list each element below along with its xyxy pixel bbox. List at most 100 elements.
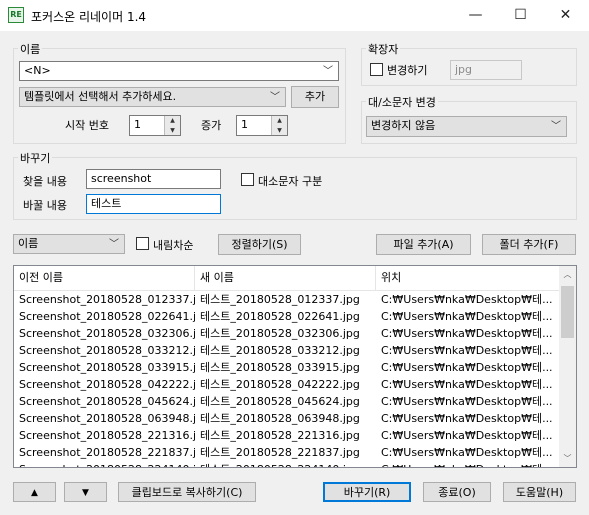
location-cell: C:₩Users₩nka₩Desktop₩테... bbox=[381, 344, 553, 357]
add-file-button[interactable]: 파일 추가(A) bbox=[376, 234, 471, 255]
chevron-down-icon: ﹀ bbox=[109, 239, 119, 250]
add-template-button[interactable]: 추가 bbox=[291, 86, 339, 108]
location-cell: C:₩Users₩nka₩Desktop₩테... bbox=[381, 327, 553, 340]
new-name-cell: 테스트_20180528_224140.jpg bbox=[195, 461, 376, 467]
table-row[interactable]: Screenshot_20180528_012337.jpg 테스트_201805… bbox=[14, 291, 559, 308]
extension-change-checkbox[interactable] bbox=[370, 63, 383, 76]
increment-label: 증가 bbox=[201, 119, 222, 132]
case-sensitive-label: 대소문자 구분 bbox=[258, 175, 323, 188]
case-group-label: 대/소문자 변경 bbox=[366, 94, 438, 110]
exit-button[interactable]: 종료(O) bbox=[423, 482, 491, 502]
old-name-cell: Screenshot_20180528_221837.jpg bbox=[19, 446, 195, 459]
old-name-cell: Screenshot_20180528_022641.jpg bbox=[19, 310, 195, 323]
table-row[interactable]: Screenshot_20180528_033915.jpg 테스트_201805… bbox=[14, 359, 559, 376]
spin-down-icon[interactable]: ▼ bbox=[271, 126, 287, 135]
table-row[interactable]: Screenshot_20180528_042222.jpg 테스트_201805… bbox=[14, 376, 559, 393]
column-header-new-name[interactable]: 새 이름 bbox=[195, 266, 376, 290]
find-input[interactable]: screenshot bbox=[86, 169, 221, 189]
list-rows: Screenshot_20180528_012337.jpg 테스트_201805… bbox=[14, 291, 559, 467]
old-name-cell: Screenshot_20180528_012337.jpg bbox=[19, 293, 195, 306]
extension-change-label: 변경하기 bbox=[387, 64, 428, 77]
start-number-value: 1 bbox=[134, 118, 141, 131]
minimize-icon[interactable]: — bbox=[453, 0, 498, 31]
old-name-cell: Screenshot_20180528_063948.jpg bbox=[19, 412, 195, 425]
location-cell: C:₩Users₩nka₩Desktop₩테... bbox=[381, 395, 553, 408]
old-name-cell: Screenshot_20180528_033915.jpg bbox=[19, 361, 195, 374]
start-number-stepper[interactable]: 1 ▲ ▼ bbox=[129, 115, 181, 136]
descending-label: 내림차순 bbox=[153, 239, 194, 252]
new-name-cell: 테스트_20180528_012337.jpg bbox=[200, 293, 360, 306]
old-name-cell: Screenshot_20180528_032306.jpg bbox=[19, 327, 195, 340]
table-row[interactable]: Screenshot_20180528_221837.jpg 테스트_201805… bbox=[14, 444, 559, 461]
new-name-cell: 테스트_20180528_032306.jpg bbox=[200, 327, 360, 340]
case-sensitive-checkbox[interactable] bbox=[241, 173, 254, 186]
replace-group-label: 바꾸기 bbox=[18, 150, 53, 166]
close-icon[interactable]: ✕ bbox=[543, 0, 588, 31]
add-folder-button[interactable]: 폴더 추가(F) bbox=[482, 234, 576, 255]
new-name-cell: 테스트_20180528_033212.jpg bbox=[200, 344, 360, 357]
new-name-cell: 테스트_20180528_063948.jpg bbox=[200, 412, 360, 425]
table-row[interactable]: Screenshot_20180528_045624.jpg 테스트_201805… bbox=[14, 393, 559, 410]
old-name-cell: Screenshot_20180528_045624.jpg bbox=[19, 395, 195, 408]
new-name-cell: 테스트_20180528_033915.jpg bbox=[200, 361, 360, 374]
table-row[interactable]: Screenshot_20180528_032306.jpg 테스트_201805… bbox=[14, 325, 559, 342]
location-cell: C:₩Users₩nka₩Desktop₩테... bbox=[381, 310, 553, 323]
column-header-old-name[interactable]: 이전 이름 bbox=[14, 266, 195, 290]
table-row[interactable]: Screenshot_20180528_022641.jpg 테스트_201805… bbox=[14, 308, 559, 325]
name-pattern-combo[interactable]: <N> ﹀ bbox=[19, 61, 339, 81]
window-title: 포커스온 리네이머 1.4 bbox=[31, 10, 147, 24]
list-header: 이전 이름 새 이름 위치 bbox=[14, 266, 559, 291]
chevron-down-icon: ﹀ bbox=[551, 121, 561, 132]
vertical-scrollbar[interactable]: ︿ ﹀ bbox=[559, 266, 576, 467]
table-row[interactable]: Screenshot_20180528_063948.jpg 테스트_201805… bbox=[14, 410, 559, 427]
location-cell: C:₩Users₩nka₩Desktop₩테... bbox=[381, 378, 553, 391]
table-row[interactable]: Screenshot_20180528_221316.jpg 테스트_201805… bbox=[14, 427, 559, 444]
help-button[interactable]: 도움말(H) bbox=[503, 482, 576, 502]
copy-clipboard-button[interactable]: 클립보드로 복사하기(C) bbox=[118, 482, 256, 502]
chevron-down-icon: ﹀ bbox=[270, 92, 280, 103]
old-name-cell: Screenshot_20180528_033212.jpg bbox=[19, 344, 195, 357]
location-cell: C:₩Users₩nka₩Desktop₩테... bbox=[376, 461, 559, 467]
location-cell: C:₩Users₩nka₩Desktop₩테... bbox=[381, 293, 553, 306]
file-list[interactable]: 이전 이름 새 이름 위치 Screenshot_20180528_012337… bbox=[13, 265, 577, 468]
sort-by-combo[interactable]: 이름 ﹀ bbox=[13, 234, 125, 254]
table-row[interactable]: Screenshot_20180528_033212.jpg 테스트_201805… bbox=[14, 342, 559, 359]
new-name-cell: 테스트_20180528_045624.jpg bbox=[200, 395, 360, 408]
find-label: 찾을 내용 bbox=[23, 175, 67, 188]
sort-by-value: 이름 bbox=[18, 237, 39, 250]
chevron-down-icon: ﹀ bbox=[323, 66, 333, 77]
name-pattern-value: <N> bbox=[24, 64, 51, 77]
move-up-button[interactable]: ▲ bbox=[13, 482, 56, 502]
rename-button[interactable]: 바꾸기(R) bbox=[323, 482, 411, 502]
maximize-icon[interactable]: ☐ bbox=[498, 0, 543, 31]
move-down-button[interactable]: ▼ bbox=[64, 482, 107, 502]
column-header-location[interactable]: 위치 bbox=[376, 266, 559, 290]
scroll-down-icon[interactable]: ﹀ bbox=[559, 450, 576, 467]
old-name-cell: Screenshot_20180528_224140.jpg bbox=[14, 461, 195, 467]
sort-button[interactable]: 정렬하기(S) bbox=[218, 234, 301, 255]
name-group-label: 이름 bbox=[18, 41, 43, 57]
extension-input[interactable]: jpg bbox=[450, 60, 522, 80]
template-combo[interactable]: 템플릿에서 선택해서 추가하세요. ﹀ bbox=[19, 87, 286, 107]
location-cell: C:₩Users₩nka₩Desktop₩테... bbox=[381, 361, 553, 374]
case-change-combo[interactable]: 변경하지 않음 ﹀ bbox=[366, 116, 567, 137]
descending-checkbox[interactable] bbox=[136, 237, 149, 250]
old-name-cell: Screenshot_20180528_042222.jpg bbox=[19, 378, 195, 391]
old-name-cell: Screenshot_20180528_221316.jpg bbox=[19, 429, 195, 442]
increment-stepper[interactable]: 1 ▲ ▼ bbox=[236, 115, 288, 136]
new-name-cell: 테스트_20180528_221316.jpg bbox=[200, 429, 360, 442]
scroll-thumb[interactable] bbox=[561, 286, 574, 338]
location-cell: C:₩Users₩nka₩Desktop₩테... bbox=[381, 429, 553, 442]
location-cell: C:₩Users₩nka₩Desktop₩테... bbox=[381, 412, 553, 425]
replace-label: 바꿀 내용 bbox=[23, 199, 67, 212]
table-row[interactable]: Screenshot_20180528_224140.jpg테스트_201805… bbox=[14, 461, 559, 467]
app-icon: RE bbox=[8, 7, 24, 23]
extension-group-label: 확장자 bbox=[366, 41, 401, 57]
location-cell: C:₩Users₩nka₩Desktop₩테... bbox=[381, 446, 553, 459]
start-number-label: 시작 번호 bbox=[65, 119, 109, 132]
scroll-up-icon[interactable]: ︿ bbox=[559, 266, 576, 283]
case-change-value: 변경하지 않음 bbox=[371, 119, 436, 132]
spin-down-icon[interactable]: ▼ bbox=[164, 126, 180, 135]
new-name-cell: 테스트_20180528_042222.jpg bbox=[200, 378, 360, 391]
replace-input[interactable]: 테스트 bbox=[86, 194, 221, 214]
